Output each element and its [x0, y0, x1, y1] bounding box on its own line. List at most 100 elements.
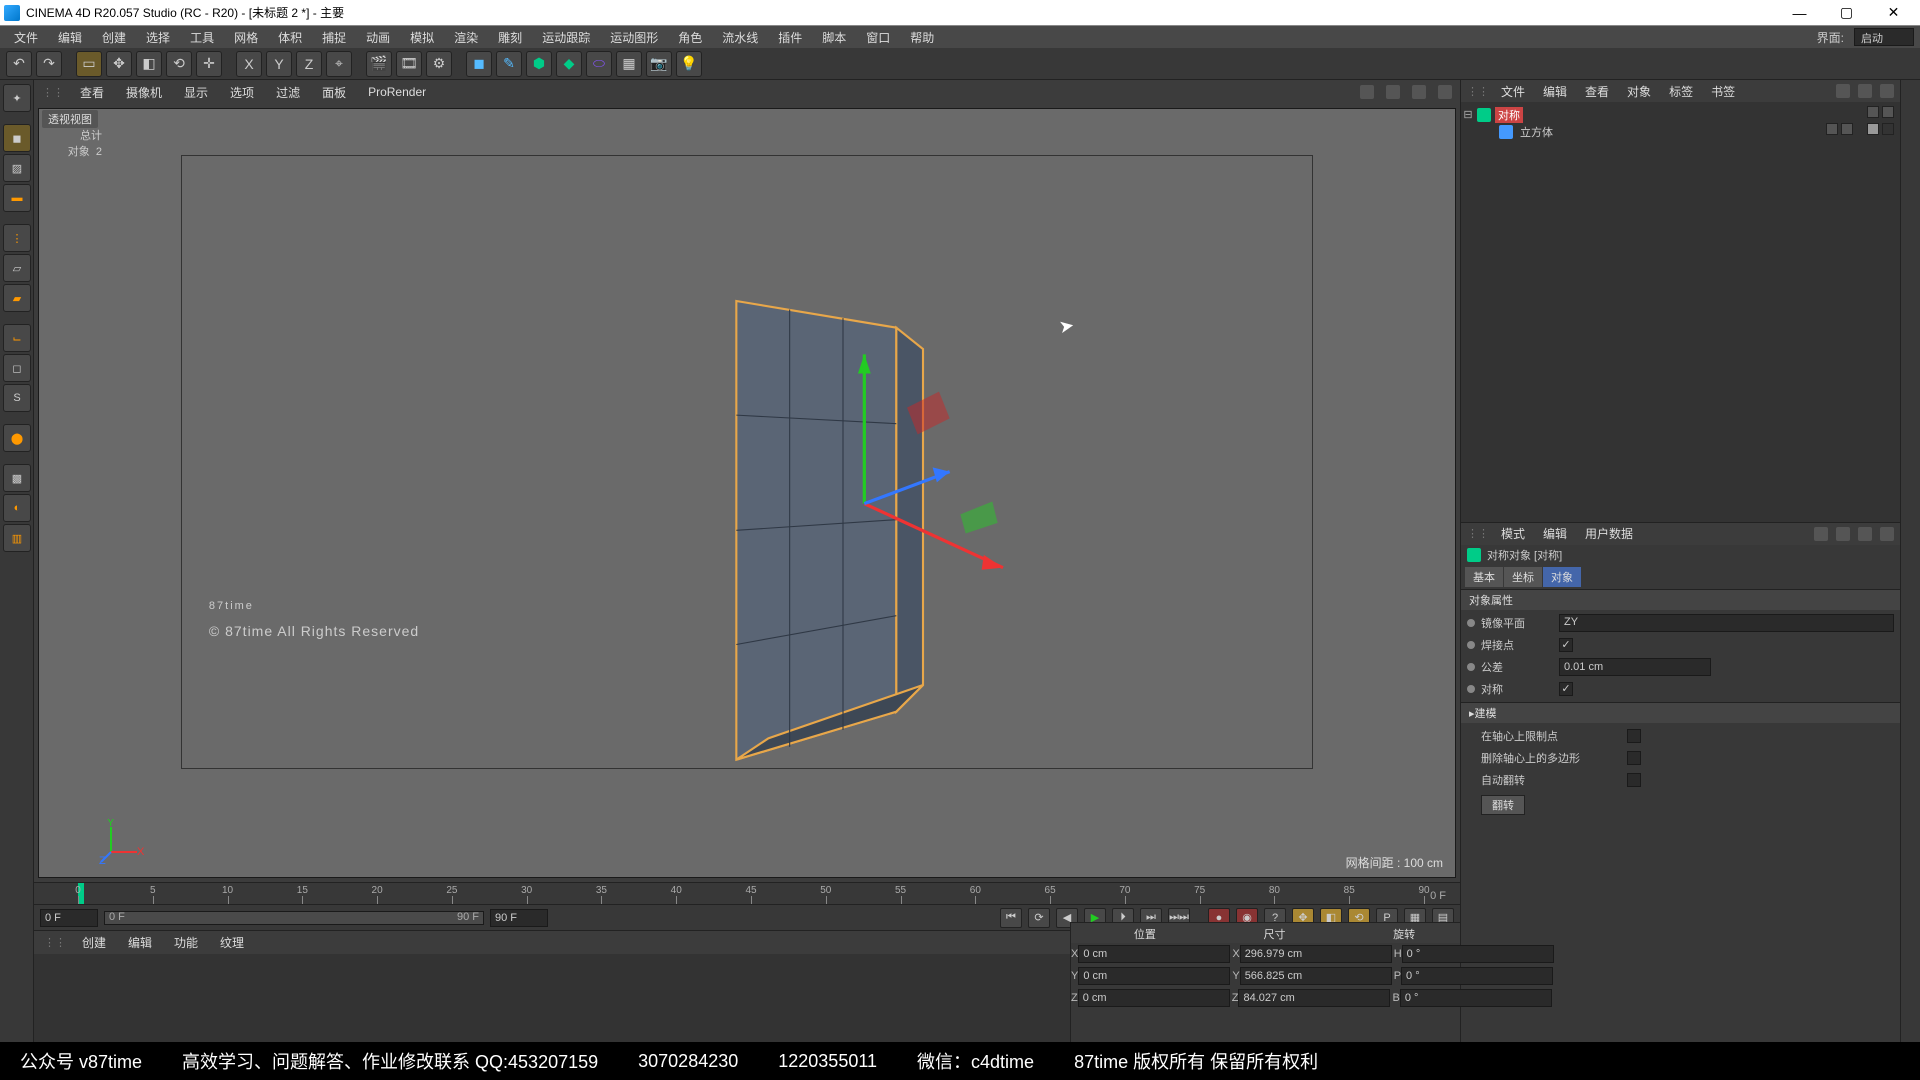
menu-volume[interactable]: 体积: [270, 27, 310, 48]
view-nav-zoom-icon[interactable]: [1386, 85, 1400, 99]
view-menu-display[interactable]: 显示: [178, 82, 214, 103]
menu-simulate[interactable]: 模拟: [402, 27, 442, 48]
add-cube-button[interactable]: ◼: [466, 51, 492, 77]
make-editable-button[interactable]: ✦: [3, 84, 31, 112]
coord-size-field[interactable]: [1238, 989, 1390, 1007]
coord-pos-field[interactable]: [1078, 967, 1230, 985]
tree-label-symmetry[interactable]: 对称: [1495, 107, 1523, 123]
normals-button[interactable]: ◐: [3, 494, 31, 522]
prop-mirror-field[interactable]: ZY: [1559, 614, 1894, 632]
menu-mesh[interactable]: 网格: [226, 27, 266, 48]
coord-pos-field[interactable]: [1078, 989, 1230, 1007]
menu-script[interactable]: 脚本: [814, 27, 854, 48]
mat-menu-edit[interactable]: 编辑: [122, 932, 158, 953]
mat-menu-tex[interactable]: 纹理: [214, 932, 250, 953]
cube-object[interactable]: [736, 301, 923, 760]
menu-animate[interactable]: 动画: [358, 27, 398, 48]
menu-pipeline[interactable]: 流水线: [714, 27, 766, 48]
tweak-button[interactable]: ▩: [3, 464, 31, 492]
axis-z-button[interactable]: Z: [296, 51, 322, 77]
phong-tag-icon[interactable]: [1867, 123, 1879, 135]
menu-create[interactable]: 创建: [94, 27, 134, 48]
view-menu-filter[interactable]: 过滤: [270, 82, 306, 103]
am-up-icon[interactable]: [1836, 527, 1850, 541]
add-light-button[interactable]: 💡: [676, 51, 702, 77]
scale-tool[interactable]: ◧: [136, 51, 162, 77]
prop-limit-check[interactable]: [1627, 729, 1641, 743]
goto-start-button[interactable]: ⏮: [1000, 908, 1022, 928]
points-mode-button[interactable]: ⋮: [3, 224, 31, 252]
menu-character[interactable]: 角色: [670, 27, 710, 48]
am-menu-mode[interactable]: 模式: [1495, 523, 1531, 544]
loop-button[interactable]: ⟳: [1028, 908, 1050, 928]
menu-track[interactable]: 运动跟踪: [534, 27, 598, 48]
am-fwd-icon[interactable]: [1858, 527, 1872, 541]
om-menu-edit[interactable]: 编辑: [1537, 81, 1573, 102]
timeline-ruler[interactable]: 0 F 051015202530354045505560657075808590: [34, 882, 1460, 904]
tab-object[interactable]: 对象: [1543, 567, 1581, 587]
coord-size-field[interactable]: [1240, 945, 1392, 963]
axis-mode-button[interactable]: ⌙: [3, 324, 31, 352]
om-menu-file[interactable]: 文件: [1495, 81, 1531, 102]
add-deformer-button[interactable]: ◆: [556, 51, 582, 77]
render-settings-button[interactable]: ⚙: [426, 51, 452, 77]
coord-rot-field[interactable]: [1401, 967, 1553, 985]
vis-render-dot[interactable]: [1841, 123, 1853, 135]
redo-button[interactable]: ↷: [36, 51, 62, 77]
move-tool[interactable]: ✥: [106, 51, 132, 77]
tag-icon[interactable]: [1882, 123, 1894, 135]
coord-pos-field[interactable]: [1078, 945, 1230, 963]
prop-autoflip-check[interactable]: [1627, 773, 1641, 787]
view-menu-panel[interactable]: 面板: [316, 82, 352, 103]
coord-size-field[interactable]: [1240, 967, 1392, 985]
maximize-button[interactable]: ▢: [1824, 1, 1869, 25]
om-fold-icon[interactable]: [1880, 84, 1894, 98]
uv-button[interactable]: ▥: [3, 524, 31, 552]
am-lock-icon[interactable]: [1880, 527, 1894, 541]
om-menu-view[interactable]: 查看: [1579, 81, 1615, 102]
am-menu-userdata[interactable]: 用户数据: [1579, 523, 1639, 544]
prop-weld-check[interactable]: ✓: [1559, 638, 1573, 652]
vis-editor-dot[interactable]: [1826, 123, 1838, 135]
mat-menu-func[interactable]: 功能: [168, 932, 204, 953]
coord-rot-field[interactable]: [1400, 989, 1552, 1007]
view-nav-rotate-icon[interactable]: [1412, 85, 1426, 99]
view-menu-prorender[interactable]: ProRender: [362, 83, 432, 101]
coord-rot-field[interactable]: [1402, 945, 1554, 963]
tab-coord[interactable]: 坐标: [1504, 567, 1542, 587]
workplane-mode-button[interactable]: ▬: [3, 184, 31, 212]
minimize-button[interactable]: —: [1777, 1, 1822, 25]
right-edge-expand[interactable]: [1900, 80, 1920, 1042]
coord-system-button[interactable]: ⌖: [326, 51, 352, 77]
menu-mograph[interactable]: 运动图形: [602, 27, 666, 48]
menu-help[interactable]: 帮助: [902, 27, 942, 48]
axis-x-button[interactable]: X: [236, 51, 262, 77]
tab-basic[interactable]: 基本: [1465, 567, 1503, 587]
mat-menu-create[interactable]: 创建: [76, 932, 112, 953]
axis-y-button[interactable]: Y: [266, 51, 292, 77]
om-home-icon[interactable]: [1858, 84, 1872, 98]
timeline-start-field[interactable]: [40, 909, 98, 927]
edges-mode-button[interactable]: ▱: [3, 254, 31, 282]
view-nav-move-icon[interactable]: [1360, 85, 1374, 99]
menu-window[interactable]: 窗口: [858, 27, 898, 48]
menu-render[interactable]: 渲染: [446, 27, 486, 48]
add-generator-button[interactable]: ⬢: [526, 51, 552, 77]
select-tool[interactable]: ▭: [76, 51, 102, 77]
view-nav-toggle-icon[interactable]: [1438, 85, 1452, 99]
om-menu-objects[interactable]: 对象: [1621, 81, 1657, 102]
prop-sym-check[interactable]: ✓: [1559, 682, 1573, 696]
am-back-icon[interactable]: [1814, 527, 1828, 541]
section-modeling[interactable]: ▸建模: [1461, 702, 1900, 723]
viewport-solo-button[interactable]: ◻: [3, 354, 31, 382]
layout-select[interactable]: 启动: [1854, 28, 1914, 46]
close-button[interactable]: ✕: [1871, 1, 1916, 25]
add-environment-button[interactable]: ▦: [616, 51, 642, 77]
tree-toggle-icon[interactable]: ⊟: [1463, 108, 1473, 121]
render-region-button[interactable]: 🎞: [396, 51, 422, 77]
render-view-button[interactable]: 🎬: [366, 51, 392, 77]
prop-tol-field[interactable]: [1559, 658, 1711, 676]
prop-delete-check[interactable]: [1627, 751, 1641, 765]
soft-select-button[interactable]: ⬤: [3, 424, 31, 452]
menu-select[interactable]: 选择: [138, 27, 178, 48]
